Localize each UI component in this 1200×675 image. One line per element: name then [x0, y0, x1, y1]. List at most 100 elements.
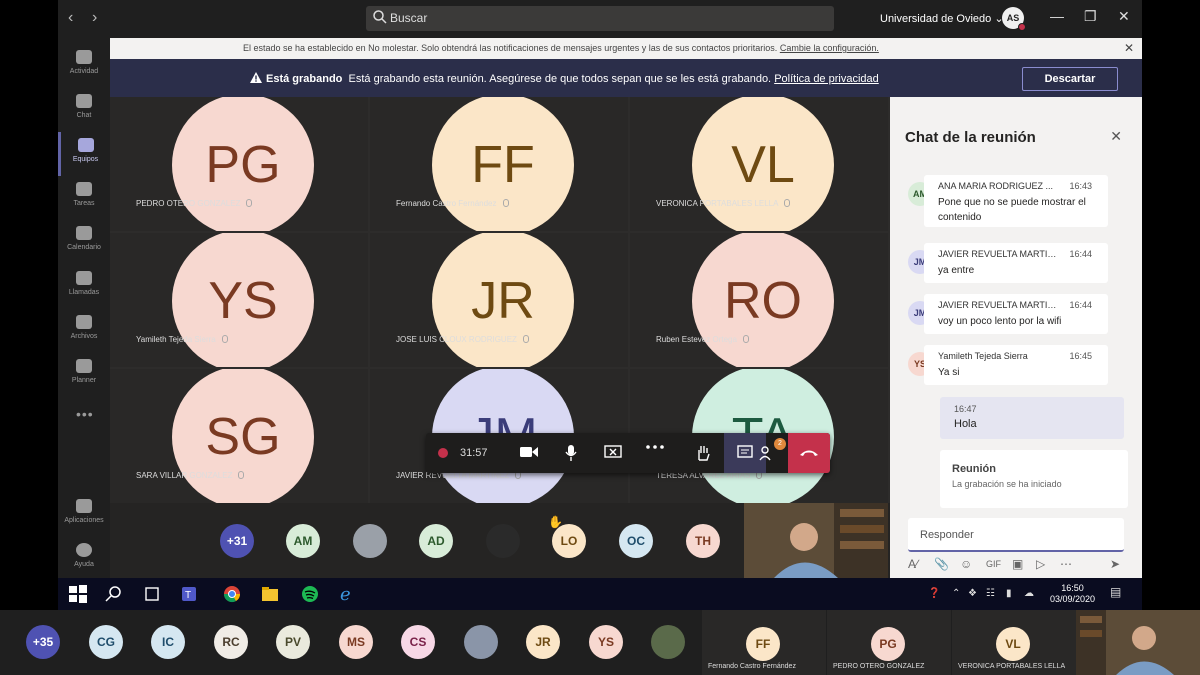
participant-avatar[interactable]: MS	[339, 625, 373, 659]
change-settings-link[interactable]: Cambie la configuración.	[780, 43, 879, 53]
chevron-up-icon[interactable]: ⌃	[952, 588, 960, 599]
chat-message[interactable]: Yamileth Tejeda Sierra 16:45 Ya si	[924, 345, 1108, 385]
chat-message[interactable]: JAVIER REVUELTA MARTIN... 16:44 voy un p…	[924, 294, 1108, 334]
rail-item-help[interactable]: Ayuda	[58, 537, 110, 581]
participant-avatar[interactable]: AM	[286, 524, 320, 558]
notifications-icon[interactable]: ▤	[1110, 585, 1121, 599]
org-switcher[interactable]: Universidad de Oviedo ⌄	[880, 12, 1004, 25]
participant-avatar[interactable]: RC	[214, 625, 248, 659]
more-icon[interactable]: ⋯	[1060, 557, 1072, 571]
reply-input[interactable]: Responder	[908, 518, 1124, 552]
participant-initials: YS	[172, 233, 314, 367]
rail-item-activity[interactable]: Actividad	[58, 44, 110, 88]
meeting-card[interactable]: Reunión La grabación se ha iniciado	[940, 450, 1128, 508]
participant-tile[interactable]: JR JOSE LUIS CLOUX RODRIGUEZ	[370, 233, 628, 367]
participant-tile[interactable]: FF Fernando Castro Fernández	[370, 97, 628, 231]
chevron-right-icon[interactable]: ›	[92, 9, 97, 27]
chat-message[interactable]: ANA MARIA RODRIGUEZ ... 16:43 Pone que n…	[924, 175, 1108, 227]
my-chat-message[interactable]: 16:47 Hola	[940, 397, 1124, 439]
participant-avatar[interactable]: OC	[619, 524, 653, 558]
search-icon[interactable]	[104, 584, 124, 604]
overflow-participants[interactable]: +35	[26, 625, 60, 659]
self-video[interactable]	[744, 503, 888, 578]
self-video[interactable]	[1076, 610, 1200, 675]
participant-avatar[interactable]: YS	[589, 625, 623, 659]
onedrive-icon[interactable]: ☁	[1024, 588, 1034, 599]
gif-icon[interactable]: GIF	[986, 559, 1001, 569]
more-apps-icon[interactable]: •••	[76, 406, 94, 422]
send-icon[interactable]: ➤	[1110, 557, 1120, 571]
participant-tile[interactable]: SG SARA VILLAR GONZALEZ	[110, 369, 368, 503]
rail-item-planner[interactable]: Planner	[58, 353, 110, 397]
task-view-icon[interactable]	[142, 584, 162, 604]
rail-item-calendar[interactable]: Calendario	[58, 220, 110, 264]
participant-photo-avatar[interactable]	[486, 524, 520, 558]
participant-tile[interactable]: PG PEDRO OTERO GONZALEZ	[110, 97, 368, 231]
participant-tile[interactable]: VL VERONICA PORTABALES LELLA	[630, 97, 888, 231]
participant-tile[interactable]: PG PEDRO OTERO GONZALEZ	[827, 610, 951, 675]
maximize-icon[interactable]: ❐	[1084, 8, 1097, 25]
dropbox-icon[interactable]: ❖	[968, 588, 977, 599]
windows-start-icon[interactable]	[68, 584, 88, 604]
rail-item-teams[interactable]: Equipos	[58, 132, 110, 176]
sticker-icon[interactable]: ▣	[1012, 557, 1023, 571]
microphone-button[interactable]	[550, 433, 592, 473]
overflow-participants[interactable]: +31	[220, 524, 254, 558]
participant-avatar[interactable]: CG	[89, 625, 123, 659]
participant-tile[interactable]: YS Yamileth Tejeda Sierra	[110, 233, 368, 367]
profile-avatar[interactable]: AS	[1002, 7, 1026, 31]
self-video-feed	[1076, 610, 1200, 675]
participant-tile[interactable]: RO Ruben Estevez Ortega	[630, 233, 888, 367]
format-icon[interactable]: A∕	[908, 557, 918, 571]
participant-photo-avatar[interactable]	[651, 625, 685, 659]
attach-icon[interactable]: 📎	[934, 557, 949, 571]
rail-item-apps[interactable]: Aplicaciones	[58, 493, 110, 537]
share-screen-button[interactable]	[592, 433, 634, 473]
minimize-icon[interactable]: —	[1050, 8, 1064, 24]
camera-button[interactable]	[508, 433, 550, 473]
chrome-icon[interactable]	[222, 584, 242, 604]
participant-tile[interactable]: FF Fernando Castro Fernández	[702, 610, 826, 675]
participant-photo-avatar[interactable]	[464, 625, 498, 659]
close-icon[interactable]: ✕	[1124, 41, 1134, 55]
network-icon[interactable]: ☷	[986, 588, 995, 599]
dismiss-button[interactable]: Descartar	[1022, 67, 1118, 91]
participant-photo-avatar[interactable]	[353, 524, 387, 558]
teams-taskbar-icon[interactable]: T	[180, 584, 200, 604]
privacy-policy-link[interactable]: Política de privacidad	[774, 73, 879, 85]
rail-item-files[interactable]: Archivos	[58, 309, 110, 353]
message-author: ANA MARIA RODRIGUEZ ...	[938, 181, 1054, 191]
participant-avatar[interactable]: JR	[526, 625, 560, 659]
battery-icon[interactable]: ▮	[1006, 588, 1012, 599]
message-text: Ya si	[938, 367, 960, 378]
rail-item-chat[interactable]: Chat	[58, 88, 110, 132]
chevron-left-icon[interactable]: ‹	[68, 9, 73, 27]
camera-icon	[520, 447, 538, 457]
show-participants-button[interactable]: 2	[746, 433, 788, 473]
rail-item-assignments[interactable]: Tareas	[58, 176, 110, 220]
file-explorer-icon[interactable]	[260, 584, 280, 604]
hang-up-button[interactable]	[788, 433, 830, 473]
raise-hand-button[interactable]	[682, 433, 724, 473]
microphone-icon	[565, 445, 577, 461]
rail-item-calls[interactable]: Llamadas	[58, 265, 110, 309]
emoji-icon[interactable]: ☺	[960, 557, 972, 571]
close-window-icon[interactable]: ✕	[1118, 8, 1130, 25]
edge-icon[interactable]: e	[338, 584, 358, 604]
participant-avatar[interactable]: AD	[419, 524, 453, 558]
search-box[interactable]: Buscar	[366, 6, 834, 31]
taskbar-clock[interactable]: 16:50 03/09/2020	[1050, 583, 1095, 605]
help-tray-icon[interactable]: ❓	[928, 588, 940, 599]
participant-tile[interactable]: VL VERONICA PORTABALES LELLA	[952, 610, 1076, 675]
spotify-icon[interactable]	[300, 584, 320, 604]
participant-avatar[interactable]: PV	[276, 625, 310, 659]
chat-message[interactable]: JAVIER REVUELTA MARTIN... 16:44 ya entre	[924, 243, 1108, 283]
more-actions-button[interactable]	[634, 433, 676, 473]
participant-avatar[interactable]: LO	[552, 524, 586, 558]
meet-now-icon[interactable]: ▷	[1036, 557, 1045, 571]
participant-avatar[interactable]: CS	[401, 625, 435, 659]
participant-avatar[interactable]: IC	[151, 625, 185, 659]
close-icon[interactable]: ✕	[1110, 128, 1122, 145]
participant-avatar[interactable]: TH	[686, 524, 720, 558]
backpack-icon	[76, 182, 92, 196]
